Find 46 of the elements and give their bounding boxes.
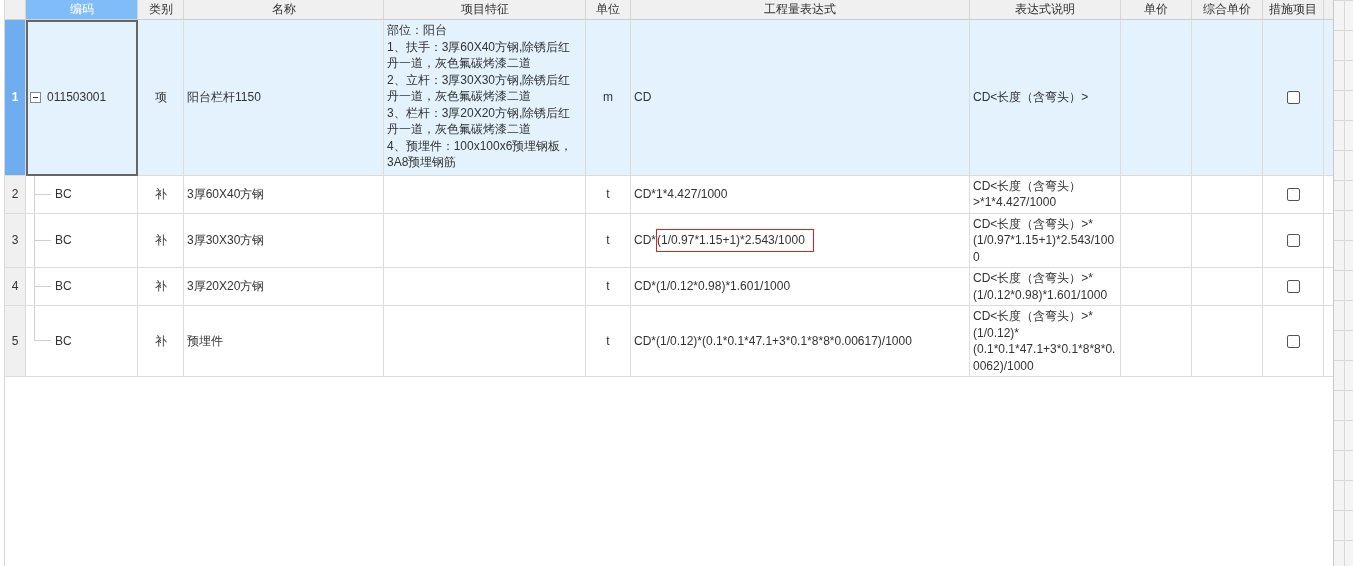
table-cell: 3厚20X20方钢: [187, 278, 265, 295]
table-cell: 3厚60X40方钢: [187, 185, 265, 203]
expression-text: CD: [634, 89, 652, 106]
highlighted-expression: (1/0.97*1.15+1)*2.543/1000: [656, 229, 814, 252]
feature-line: 2、立杆：3厚30X30方钢,除锈后红丹一道，灰色氟碳烤漆二道: [387, 71, 572, 105]
checkbox[interactable]: [1286, 334, 1300, 348]
table-cell: CD<长度（含弯头）>: [973, 89, 1089, 106]
table-cell: 011503001: [47, 89, 107, 106]
table-cell: t: [606, 232, 610, 249]
table-cell-text: CD<长度（含弯头）>*(1/0.12*0.98)*1.601/1000: [973, 270, 1109, 303]
feature-line: 部位：阳台: [387, 22, 447, 39]
collapse-icon[interactable]: [30, 91, 41, 103]
checkbox[interactable]: [1286, 280, 1300, 293]
table-cell: BC: [55, 232, 72, 249]
table-cell: CD<长度（含弯头）>*(1/0.12)*(0.1*0.1*47.1+3*0.1*8*8*0.0062)/1000: [973, 308, 1117, 374]
checkbox[interactable]: [1286, 187, 1300, 201]
row-number[interactable]: 5: [5, 306, 26, 377]
table-cell: 阳台栏杆1150: [187, 89, 261, 106]
checkbox[interactable]: [1286, 90, 1300, 104]
table-cell: 补: [154, 332, 167, 350]
table-cell: BC: [55, 332, 72, 350]
checkbox[interactable]: [1286, 233, 1300, 247]
table-cell: t: [606, 185, 610, 203]
expression-text: CD*: [634, 232, 656, 249]
expression-text: CD*1*4.427/1000: [634, 185, 728, 203]
row-number[interactable]: 2: [5, 175, 26, 214]
table-cell: t: [606, 332, 610, 350]
table-cell: m: [603, 89, 613, 106]
row-number[interactable]: 4: [5, 268, 26, 306]
row-number[interactable]: 3: [5, 213, 26, 268]
table-cell: 补: [154, 185, 167, 203]
table-cell: t: [606, 278, 610, 295]
feature-line: 4、预埋件：100x100x6预埋钢板，3A8预埋钢筋: [387, 137, 574, 171]
table-cell-text: CD<长度（含弯头）>*(1/0.97*1.15+1)*2.543/1000: [973, 215, 1116, 265]
expression-text: CD*(1/0.12*0.98)*1.601/1000: [634, 278, 791, 295]
table-cell: 3厚30X30方钢: [187, 232, 265, 249]
table-cell: 预埋件: [187, 332, 223, 350]
table-cell: BC: [55, 278, 72, 295]
table-cell: 项: [154, 89, 167, 106]
table-cell: BC: [55, 185, 72, 203]
table-cell: 补: [154, 232, 167, 249]
table-cell-text: CD<长度（含弯头）>*1*4.427/1000: [973, 177, 1083, 211]
expression-text: CD*(1/0.12)*(0.1*0.1*47.1+3*0.1*8*8*0.00617)/1000: [634, 332, 912, 350]
feature-line: 1、扶手：3厚60X40方钢,除锈后红丹一道，灰色氟碳烤漆二道: [387, 38, 572, 72]
feature-line: 3、栏杆：3厚20X20方钢,除锈后红丹一道，灰色氟碳烤漆二道: [387, 104, 572, 138]
table-cell: 补: [154, 278, 167, 295]
